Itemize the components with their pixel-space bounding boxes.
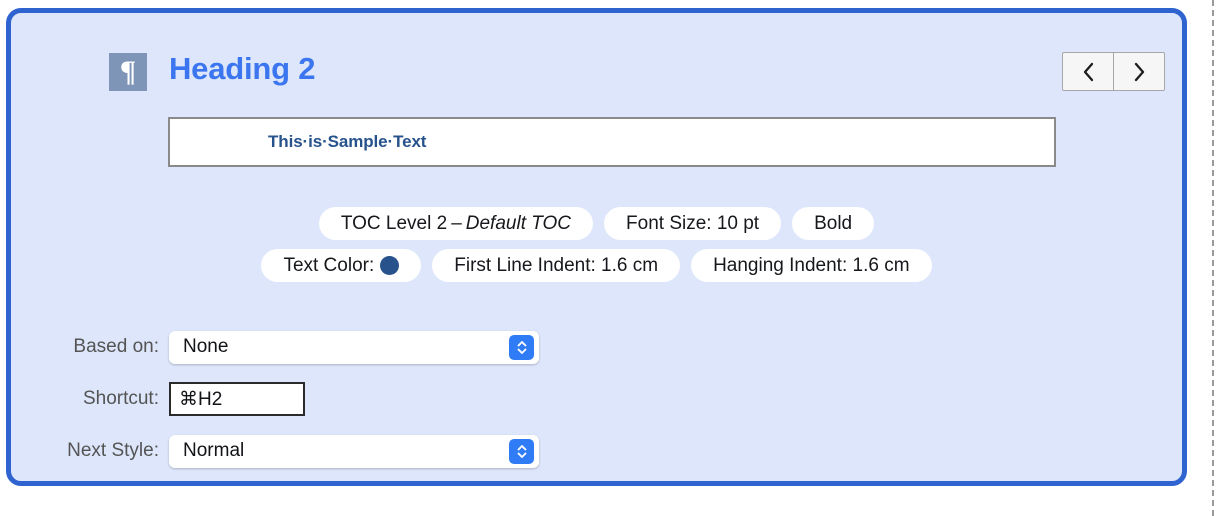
attribute-row-1: TOC Level 2 – Default TOC Font Size: 10 … (11, 207, 1182, 240)
based-on-select[interactable]: None (169, 330, 539, 364)
next-style-button[interactable] (1114, 53, 1164, 90)
next-style-value: Normal (183, 440, 245, 461)
chevron-updown-icon (509, 334, 534, 360)
shortcut-value: ⌘H2 (179, 388, 223, 410)
sample-text: This·is·Sample·Text (268, 132, 427, 151)
attribute-pill-text-color: Text Color: (261, 249, 422, 282)
style-attributes: TOC Level 2 – Default TOC Font Size: 10 … (11, 207, 1182, 291)
text-color-swatch (380, 256, 400, 275)
page-boundary-marker (1212, 0, 1214, 516)
attribute-row-2: Text Color: First Line Indent: 1.6 cm Ha… (11, 249, 1182, 282)
style-navigation-segmented-control[interactable] (1062, 52, 1165, 91)
form-row-next-style: Next Style: Normal (11, 425, 1182, 477)
form-row-shortcut: Shortcut: ⌘H2 (11, 373, 1182, 425)
next-style-select[interactable]: Normal (169, 434, 539, 468)
paragraph-style-icon: ¶ (109, 53, 147, 91)
toc-level-emphasis: Default TOC (465, 212, 572, 234)
based-on-label: Based on: (73, 336, 159, 357)
chevron-right-icon (1132, 61, 1147, 83)
attribute-pill-bold: Bold (792, 207, 875, 240)
attribute-pill-first-line-indent: First Line Indent: 1.6 cm (432, 249, 681, 282)
toc-level-dash: – (451, 212, 462, 234)
chevron-updown-icon (509, 438, 534, 464)
style-settings-form: Based on: None Shortcut: ⌘H2 Next Style: (11, 321, 1182, 477)
toc-level-prefix: TOC Level 2 (340, 212, 448, 234)
style-inspector-panel: ¶ Heading 2 This·is·Sample·Text TOC Leve… (6, 8, 1187, 486)
form-row-based-on: Based on: None (11, 321, 1182, 373)
chevron-left-icon (1081, 61, 1096, 83)
attribute-pill-hanging-indent: Hanging Indent: 1.6 cm (691, 249, 932, 282)
previous-style-button[interactable] (1063, 53, 1113, 90)
text-color-label: Text Color: (283, 254, 375, 276)
attribute-pill-toc-level: TOC Level 2 – Default TOC (318, 207, 594, 240)
style-preview-box: This·is·Sample·Text (168, 117, 1056, 167)
next-style-label: Next Style: (67, 440, 159, 461)
panel-header: ¶ Heading 2 (11, 13, 1182, 105)
shortcut-input[interactable]: ⌘H2 (169, 382, 305, 416)
based-on-value: None (183, 336, 229, 357)
shortcut-label: Shortcut: (82, 388, 159, 409)
style-name-title: Heading 2 (169, 51, 316, 86)
attribute-pill-font-size: Font Size: 10 pt (604, 207, 782, 240)
